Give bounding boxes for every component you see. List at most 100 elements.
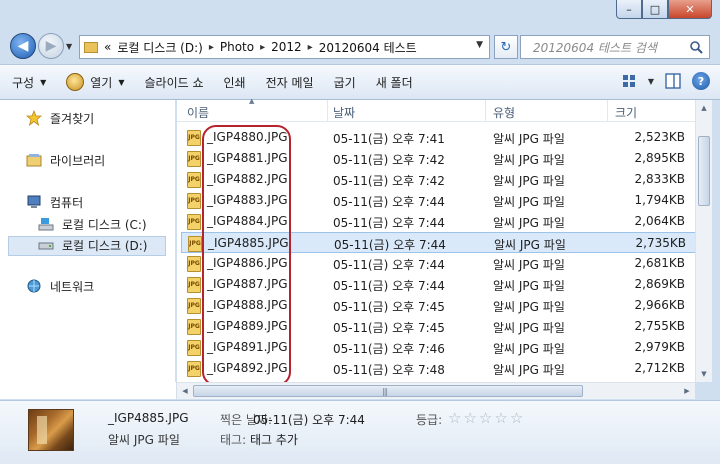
table-row[interactable]: JPG _IGP4887.JPG 05-11(금) 오후 7:44 알씨 JPG 파일…	[181, 274, 707, 295]
star-icon[interactable]: ☆	[510, 409, 523, 427]
sidebar-item-libraries[interactable]: 라이브러리	[26, 150, 105, 170]
file-size: 2,966KB	[634, 298, 685, 312]
sidebar-item-favorites[interactable]: 즐겨찾기	[26, 108, 94, 128]
file-type: 알씨 JPG 파일	[493, 216, 565, 230]
burn-button[interactable]: 굽기	[334, 74, 356, 91]
scroll-up-icon[interactable]: ▲	[696, 100, 712, 116]
sidebar-item-label: 라이브러리	[50, 153, 106, 168]
horizontal-scrollbar[interactable]: ◀ ||| ▶	[177, 382, 695, 399]
breadcrumb-separator[interactable]: ▸	[209, 42, 214, 53]
refresh-button[interactable]: ↻	[494, 35, 518, 59]
table-row[interactable]: JPG _IGP4892.JPG 05-11(금) 오후 7:48 알씨 JPG 파일…	[181, 358, 707, 379]
column-name[interactable]: 이름	[187, 104, 209, 121]
organize-button[interactable]: 구성 ▼	[12, 74, 46, 91]
breadcrumb-current-folder[interactable]: 20120604 테스트	[319, 39, 417, 56]
tags-label: 태그:	[220, 433, 247, 447]
table-row[interactable]: JPG _IGP4883.JPG 05-11(금) 오후 7:44 알씨 JPG 파일…	[181, 190, 707, 211]
file-name: _IGP4883.JPG	[207, 193, 288, 207]
drive-icon	[38, 242, 54, 250]
details-file-type: 알씨 JPG 파일	[108, 433, 180, 447]
column-divider[interactable]	[327, 100, 328, 122]
table-row[interactable]: JPG _IGP4881.JPG 05-11(금) 오후 7:42 알씨 JPG 파일…	[181, 148, 707, 169]
table-row[interactable]: JPG _IGP4884.JPG 05-11(금) 오후 7:44 알씨 JPG 파일…	[181, 211, 707, 232]
search-icon[interactable]	[689, 40, 703, 54]
sidebar-item-label: 네트워크	[50, 279, 95, 294]
back-button[interactable]: ◀	[10, 33, 36, 59]
table-row[interactable]: JPG _IGP4885.JPG 05-11(금) 오후 7:44 알씨 JPG 파일…	[181, 232, 707, 253]
table-row[interactable]: JPG _IGP4886.JPG 05-11(금) 오후 7:44 알씨 JPG 파일…	[181, 253, 707, 274]
search-box[interactable]: 20120604 테스트 검색	[520, 35, 710, 59]
sidebar-item-drive-d[interactable]: 로컬 디스크 (D:)	[38, 235, 147, 255]
column-size[interactable]: 크기	[615, 104, 637, 121]
table-row[interactable]: JPG _IGP4889.JPG 05-11(금) 오후 7:45 알씨 JPG 파일…	[181, 316, 707, 337]
file-name: _IGP4891.JPG	[207, 340, 288, 354]
file-size: 2,869KB	[634, 277, 685, 291]
chevron-down-icon: ▼	[40, 77, 47, 87]
sidebar-item-drive-c[interactable]: 로컬 디스크 (C:)	[38, 214, 147, 234]
jpg-file-icon: JPG	[187, 214, 201, 230]
recent-pages-dropdown[interactable]: ▼	[66, 42, 72, 51]
scroll-thumb[interactable]: |||	[193, 385, 583, 397]
image-thumbnail	[28, 409, 74, 451]
file-date: 05-11(금) 오후 7:44	[333, 258, 445, 272]
file-type: 알씨 JPG 파일	[493, 321, 565, 335]
view-options-dropdown[interactable]: ▼	[648, 77, 654, 86]
file-list: 이름 ▲ 날짜 유형 크기 JPG _IGP4880.JPG 05-11(금) 오후…	[177, 97, 709, 382]
star-icon[interactable]: ☆	[448, 409, 461, 427]
table-row[interactable]: JPG _IGP4882.JPG 05-11(금) 오후 7:42 알씨 JPG 파일…	[181, 169, 707, 190]
file-size: 1,794KB	[634, 193, 685, 207]
breadcrumb-drive-d[interactable]: 로컬 디스크 (D:)	[117, 39, 202, 56]
print-button[interactable]: 인쇄	[224, 74, 246, 91]
help-icon[interactable]: ?	[692, 72, 710, 90]
table-row[interactable]: JPG _IGP4880.JPG 05-11(금) 오후 7:41 알씨 JPG 파일…	[181, 127, 707, 148]
scroll-thumb[interactable]	[698, 136, 710, 206]
column-divider[interactable]	[485, 100, 486, 122]
sidebar-item-computer[interactable]: 컴퓨터	[26, 192, 83, 212]
column-divider[interactable]	[607, 100, 608, 122]
vertical-scrollbar[interactable]: ▲ ▼	[695, 100, 712, 382]
sidebar-item-network[interactable]: 네트워크	[26, 276, 94, 296]
address-history-dropdown[interactable]: ▼	[476, 40, 483, 50]
address-bar[interactable]: « 로컬 디스크 (D:) ▸ Photo ▸ 2012 ▸ 20120604 …	[79, 35, 490, 59]
scroll-down-icon[interactable]: ▼	[696, 366, 712, 382]
breadcrumb-separator[interactable]: ▸	[308, 42, 313, 53]
file-name: _IGP4885.JPG	[208, 236, 289, 250]
star-icon[interactable]: ☆	[463, 409, 476, 427]
maximize-button[interactable]: □	[642, 0, 668, 19]
column-type[interactable]: 유형	[493, 104, 515, 121]
star-icon[interactable]: ☆	[479, 409, 492, 427]
date-taken-value: 05-11(금) 오후 7:44	[253, 413, 365, 427]
forward-button[interactable]: ▶	[38, 33, 64, 59]
navigation-pane-footer	[0, 382, 177, 399]
address-overflow[interactable]: «	[104, 40, 111, 54]
jpg-file-icon: JPG	[187, 361, 201, 377]
breadcrumb-2012[interactable]: 2012	[271, 40, 302, 54]
preview-pane-icon[interactable]	[664, 72, 682, 90]
details-pane: _IGP4885.JPG 알씨 JPG 파일 찍은 날짜: 05-11(금) 오…	[0, 400, 720, 464]
slideshow-button[interactable]: 슬라이드 쇼	[145, 74, 204, 91]
tags-input[interactable]: 태그 추가	[250, 431, 298, 448]
table-row[interactable]: JPG _IGP4891.JPG 05-11(금) 오후 7:46 알씨 JPG 파일…	[181, 337, 707, 358]
email-button[interactable]: 전자 메일	[266, 74, 314, 91]
breadcrumb-separator[interactable]: ▸	[260, 42, 265, 53]
new-folder-button[interactable]: 새 폴더	[376, 74, 413, 91]
scroll-left-icon[interactable]: ◀	[177, 383, 193, 399]
file-name: _IGP4880.JPG	[207, 130, 288, 144]
scroll-right-icon[interactable]: ▶	[679, 383, 695, 399]
column-date[interactable]: 날짜	[333, 104, 355, 121]
breadcrumb-photo[interactable]: Photo	[220, 40, 254, 54]
close-button[interactable]: ✕	[668, 0, 712, 19]
file-size: 2,833KB	[634, 172, 685, 186]
rating-stars[interactable]: ☆ ☆ ☆ ☆ ☆	[448, 409, 523, 427]
jpg-file-icon: JPG	[187, 319, 201, 335]
file-date: 05-11(금) 오후 7:44	[333, 279, 445, 293]
search-placeholder: 20120604 테스트 검색	[533, 40, 657, 55]
network-icon	[27, 279, 41, 293]
minimize-button[interactable]: –	[616, 0, 642, 19]
table-row[interactable]: JPG _IGP4888.JPG 05-11(금) 오후 7:45 알씨 JPG 파일…	[181, 295, 707, 316]
file-date: 05-11(금) 오후 7:45	[333, 321, 445, 335]
change-view-icon[interactable]	[620, 72, 638, 90]
open-button[interactable]: 열기 ▼	[66, 73, 125, 91]
file-type: 알씨 JPG 파일	[493, 279, 565, 293]
star-icon[interactable]: ☆	[494, 409, 507, 427]
